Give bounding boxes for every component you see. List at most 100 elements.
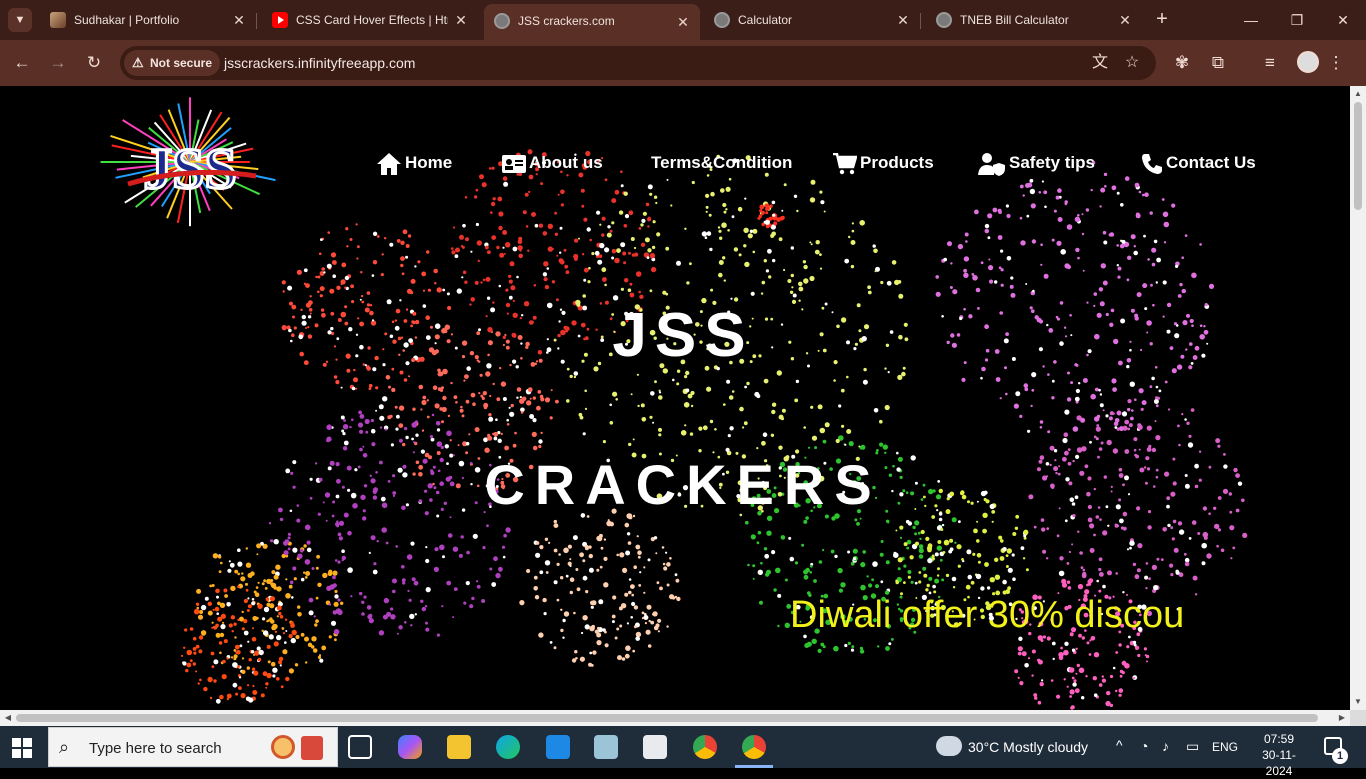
network-icon[interactable]: ◔ <box>1140 738 1148 754</box>
offer-marquee: Diwali offer 30% discou <box>790 594 1215 644</box>
close-icon[interactable]: ✕ <box>230 11 248 29</box>
nav-terms-label: Terms&Condition <box>651 153 792 172</box>
tab-css-card-hover[interactable]: CSS Card Hover Effects | Htm ✕ <box>262 6 478 34</box>
nav-home[interactable]: Home <box>376 148 452 178</box>
weather-text[interactable]: 30°C Mostly cloudy <box>968 739 1088 755</box>
vertical-scrollbar[interactable]: ▲ ▼ <box>1350 86 1366 710</box>
tab-portfolio[interactable]: Sudhakar | Portfolio ✕ <box>40 6 256 34</box>
tab-tneb-bill[interactable]: TNEB Bill Calculator ✕ <box>926 6 1142 34</box>
search-placeholder: Type here to search <box>89 740 222 757</box>
hero-title-crackers: CRACKERS <box>0 452 1350 517</box>
tab-title: Sudhakar | Portfolio <box>74 13 226 27</box>
cart-icon <box>833 153 857 175</box>
security-chip-label: Not secure <box>150 56 212 70</box>
chrome-profile-icon[interactable] <box>742 735 766 759</box>
close-icon[interactable]: ✕ <box>1116 11 1134 29</box>
nav-about-label: About us <box>529 153 603 172</box>
media-control-icon[interactable]: ≡ <box>1258 51 1282 75</box>
nav-products-label: Products <box>860 153 934 172</box>
file-explorer-icon[interactable] <box>447 735 471 759</box>
edge-icon[interactable] <box>496 735 520 759</box>
translate-icon[interactable]: 文 <box>1088 51 1112 75</box>
search-highlight-clock-icon[interactable] <box>271 735 295 759</box>
clock-time: 07:59 <box>1252 731 1306 747</box>
search-icon: ⌕ <box>59 737 69 758</box>
window-close-button[interactable]: ✕ <box>1320 6 1366 34</box>
globe-favicon-icon <box>714 12 730 28</box>
site-nav: Home About us Terms&Condition Products S… <box>0 148 1350 178</box>
new-tab-button[interactable]: + <box>1150 8 1174 32</box>
nav-about-us[interactable]: About us <box>502 148 603 178</box>
task-view-icon[interactable] <box>348 735 372 759</box>
nav-safety-label: Safety tips <box>1009 153 1095 172</box>
search-highlight-gift-icon[interactable] <box>301 736 323 760</box>
copilot-icon[interactable] <box>398 735 422 759</box>
nav-home-label: Home <box>405 153 452 172</box>
offer-marquee-text: Diwali offer 30% discou <box>790 594 1184 637</box>
weather-cloud-icon[interactable] <box>936 736 962 756</box>
reload-icon[interactable]: ↻ <box>82 51 106 75</box>
home-icon <box>376 152 402 176</box>
restore-button[interactable]: ❐ <box>1274 6 1320 34</box>
vertical-scroll-thumb[interactable] <box>1354 102 1362 210</box>
tray-chevron-up-icon[interactable]: ^ <box>1116 737 1123 753</box>
close-icon[interactable]: ✕ <box>452 11 470 29</box>
page-viewport: JSS Home About us Terms&Condition Produc… <box>0 86 1350 710</box>
address-bar[interactable]: ⚠ Not secure jsscrackers.infinityfreeapp… <box>120 46 1156 80</box>
nav-contact-label: Contact Us <box>1166 153 1256 172</box>
close-icon[interactable]: ✕ <box>894 11 912 29</box>
language-indicator[interactable]: ENG <box>1212 740 1238 754</box>
windows-taskbar: ⌕ Type here to search 30°C Mostly cloudy… <box>0 726 1366 768</box>
tab-jss-crackers[interactable]: JSS crackers.com ✕ <box>484 4 700 40</box>
extensions-icon[interactable]: ⧉ <box>1206 51 1230 75</box>
microsoft-store-icon[interactable] <box>643 735 667 759</box>
security-chip[interactable]: ⚠ Not secure <box>124 50 220 76</box>
scroll-up-arrow-icon[interactable]: ▲ <box>1350 86 1366 102</box>
windows-start-icon[interactable] <box>12 738 32 758</box>
id-card-icon <box>502 154 526 174</box>
profile-avatar[interactable] <box>1297 51 1319 73</box>
warning-icon: ⚠ <box>132 50 144 76</box>
bookmark-star-icon[interactable]: ☆ <box>1120 51 1144 75</box>
gemini-icon[interactable]: ✾ <box>1170 51 1194 75</box>
url-text[interactable]: jsscrackers.infinityfreeapp.com <box>224 55 415 71</box>
youtube-favicon-icon <box>272 12 288 28</box>
tab-strip: ▼ Sudhakar | Portfolio ✕ CSS Card Hover … <box>0 0 1366 40</box>
tab-title: CSS Card Hover Effects | Htm <box>296 13 448 27</box>
battery-icon[interactable]: ▭ <box>1186 738 1199 755</box>
tab-search-button[interactable]: ▼ <box>8 8 32 32</box>
globe-favicon-icon <box>494 13 510 29</box>
system-clock[interactable]: 07:59 30-11-2024 <box>1252 731 1306 779</box>
taskbar-search-box[interactable]: ⌕ Type here to search <box>48 727 338 767</box>
tab-title: JSS crackers.com <box>518 14 670 28</box>
chrome-icon[interactable] <box>693 735 717 759</box>
hero-title-jss: JSS <box>0 300 1350 371</box>
nav-safety-tips[interactable]: Safety tips <box>978 148 1095 178</box>
notepad-icon[interactable] <box>594 735 618 759</box>
scroll-left-arrow-icon[interactable]: ◀ <box>0 710 16 726</box>
scroll-down-arrow-icon[interactable]: ▼ <box>1350 694 1366 710</box>
globe-favicon-icon <box>936 12 952 28</box>
clock-date: 30-11-2024 <box>1252 747 1306 779</box>
nav-contact-us[interactable]: Contact Us <box>1141 148 1256 178</box>
vscode-icon[interactable] <box>546 735 570 759</box>
notification-badge: 1 <box>1332 748 1348 764</box>
phone-icon <box>1141 153 1163 175</box>
tab-title: TNEB Bill Calculator <box>960 13 1112 27</box>
portfolio-favicon-icon <box>50 12 66 28</box>
browser-toolbar: ← → ↻ ⚠ Not secure jsscrackers.infinityf… <box>0 40 1366 86</box>
volume-icon[interactable]: ♪ <box>1162 738 1169 754</box>
tab-title: Calculator <box>738 13 890 27</box>
back-icon[interactable]: ← <box>10 51 34 75</box>
nav-products[interactable]: Products <box>833 148 934 178</box>
horizontal-scroll-thumb[interactable] <box>16 714 1318 722</box>
nav-terms[interactable]: Terms&Condition <box>651 148 792 178</box>
scroll-right-arrow-icon[interactable]: ▶ <box>1334 710 1350 726</box>
menu-kebab-icon[interactable]: ⋮ <box>1324 51 1348 75</box>
tab-calculator[interactable]: Calculator ✕ <box>704 6 920 34</box>
minimize-button[interactable]: — <box>1228 6 1274 34</box>
close-icon[interactable]: ✕ <box>674 13 692 31</box>
user-shield-icon <box>978 152 1006 176</box>
horizontal-scrollbar[interactable]: ◀ ▶ <box>0 710 1350 726</box>
forward-icon[interactable]: → <box>46 51 70 75</box>
